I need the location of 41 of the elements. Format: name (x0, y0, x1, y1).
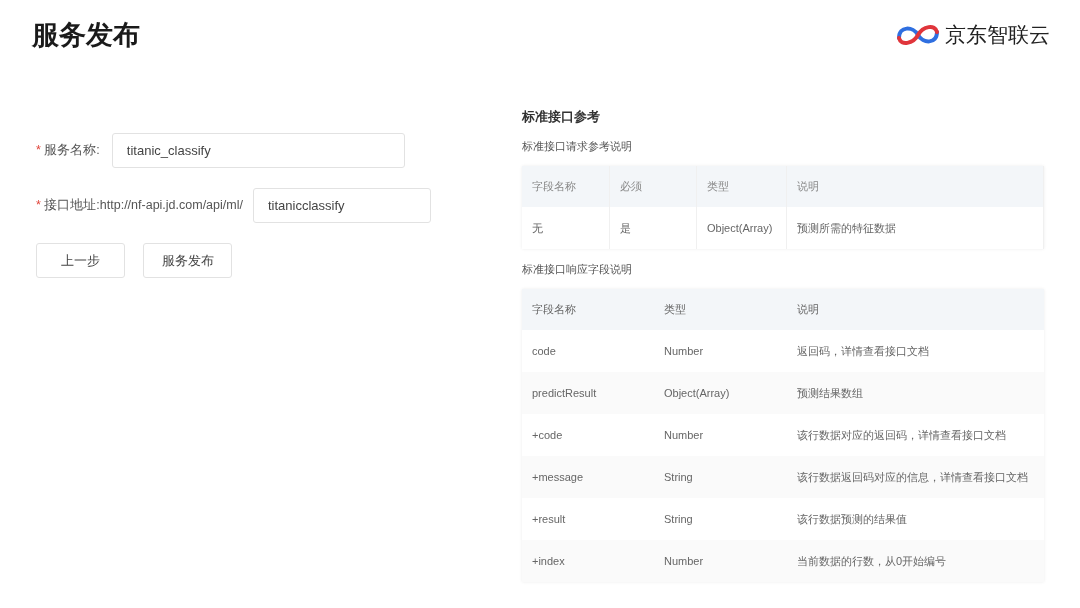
table-cell: 无 (522, 207, 610, 249)
table-cell-text: Number (663, 345, 705, 357)
text-input[interactable]: titanicclassify (252, 188, 431, 223)
table-cell: 预测所需的特征数据 (787, 207, 1044, 249)
table-caption: 标准接口响应字段说明 (522, 262, 632, 277)
table-cell-text: String (663, 471, 694, 483)
table-caption: 标准接口请求参考说明 (522, 139, 632, 154)
column-header: 说明 (787, 166, 1044, 207)
table-cell: 是 (610, 207, 697, 249)
section-title: 标准接口参考 (522, 108, 600, 126)
text-input[interactable]: titanic_classify (111, 133, 405, 168)
table-cell-text: +result (531, 513, 567, 525)
table-cell-text: 预测结果数组 (796, 385, 864, 401)
table-cell-text: 该行数据预测的结果值 (796, 511, 908, 527)
logo-text: 京东智联云 (945, 22, 1050, 48)
table-cell-text: String (663, 513, 694, 525)
column-header: 字段名称 (531, 302, 577, 317)
table-cell-text: +code (531, 429, 564, 441)
form-button[interactable]: 服务发布 (143, 243, 232, 278)
table-cell-text: Object(Array) (663, 387, 731, 399)
table-cell-text: Number (663, 555, 705, 567)
field-label: * 服务名称: (36, 142, 100, 159)
table-cell-text: Number (663, 429, 705, 441)
column-header: 类型 (663, 302, 687, 317)
table-cell-text: 该行数据对应的返回码，详情查看接口文档 (796, 427, 1007, 443)
column-header: 类型 (697, 166, 787, 207)
infinity-logo-icon (895, 22, 941, 48)
field-label: * 接口地址:http://nf-api.jd.com/api/ml/ (36, 197, 243, 214)
table-cell-text: 返回码，详情查看接口文档 (796, 343, 930, 359)
column-header: 必须 (610, 166, 697, 207)
table-cell-text: predictResult (531, 387, 598, 399)
table-cell: Object(Array) (697, 207, 787, 249)
column-header: 字段名称 (522, 166, 610, 207)
form-button[interactable]: 上一步 (36, 243, 125, 278)
column-header: 说明 (796, 302, 820, 317)
table-cell-text: +message (531, 471, 585, 483)
table-cell-text: 当前数据的行数，从0开始编号 (796, 553, 948, 569)
table-cell-text: 该行数据返回码对应的信息，详情查看接口文档 (796, 469, 1029, 485)
page-title: 服务发布 (32, 19, 140, 52)
table-cell-text: +index (531, 555, 566, 567)
table-cell-text: code (531, 345, 557, 357)
